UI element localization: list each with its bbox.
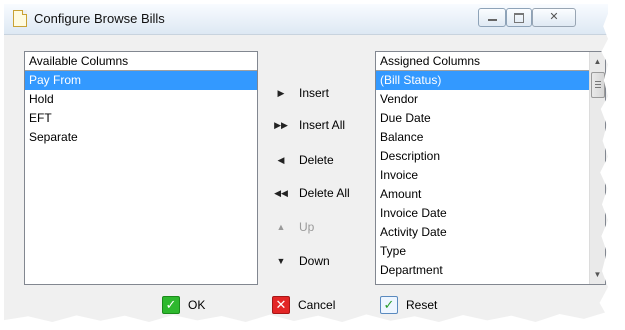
- scroll-down-icon[interactable]: ▼: [590, 267, 605, 282]
- arrow-down-icon: ▼: [276, 256, 286, 266]
- list-item[interactable]: Activity Date: [376, 223, 590, 242]
- maximize-icon: [514, 13, 524, 23]
- list-item[interactable]: Hold: [25, 90, 257, 109]
- list-item[interactable]: (Bill Status): [376, 71, 590, 90]
- ok-button[interactable]: ✓ OK: [162, 294, 222, 316]
- close-button[interactable]: ✕: [532, 8, 576, 27]
- list-item[interactable]: Pay From: [25, 71, 257, 90]
- reset-button[interactable]: ✓ Reset: [380, 294, 450, 316]
- insert-label: Insert: [299, 86, 330, 100]
- list-item[interactable]: EFT: [25, 109, 257, 128]
- up-button[interactable]: ▲ Up: [274, 216, 364, 238]
- cancel-button[interactable]: ✕ Cancel: [272, 294, 352, 316]
- scroll-thumb[interactable]: [591, 72, 605, 98]
- delete-button[interactable]: ◀ Delete: [274, 149, 364, 171]
- available-columns-list[interactable]: Available Columns Pay From Hold EFT Sepa…: [24, 51, 258, 285]
- list-item[interactable]: Separate: [25, 128, 257, 147]
- down-button[interactable]: ▼ Down: [274, 250, 364, 272]
- list-item[interactable]: Type: [376, 242, 590, 261]
- scroll-up-icon[interactable]: ▲: [590, 54, 605, 69]
- arrow-right-icon: ▶: [277, 88, 285, 98]
- list-item[interactable]: Vendor: [376, 90, 590, 109]
- reset-document-icon: ✓: [380, 296, 398, 314]
- arrow-up-icon: ▲: [276, 222, 286, 232]
- cancel-label: Cancel: [298, 298, 336, 312]
- ok-label: OK: [188, 298, 206, 312]
- checkmark-icon: ✓: [162, 296, 180, 314]
- down-label: Down: [299, 254, 330, 268]
- x-icon: ✕: [272, 296, 290, 314]
- list-item[interactable]: Invoice Date: [376, 204, 590, 223]
- list-item[interactable]: Amount: [376, 185, 590, 204]
- configure-dialog: Configure Browse Bills ✕ Available Colum…: [4, 4, 608, 322]
- available-columns-header: Available Columns: [25, 52, 257, 71]
- title-bar: Configure Browse Bills ✕: [4, 4, 608, 35]
- double-arrow-right-icon: ▶▶: [274, 120, 288, 130]
- up-label: Up: [299, 220, 315, 234]
- document-icon: [13, 10, 27, 27]
- delete-label: Delete: [299, 153, 334, 167]
- list-item[interactable]: Due Date: [376, 109, 590, 128]
- reset-label: Reset: [406, 298, 438, 312]
- delete-all-label: Delete All: [299, 186, 350, 200]
- window-title: Configure Browse Bills: [34, 11, 165, 26]
- minimize-button[interactable]: [478, 8, 506, 27]
- list-item[interactable]: Balance: [376, 128, 590, 147]
- maximize-button[interactable]: [506, 8, 532, 27]
- assigned-columns-list[interactable]: Assigned Columns (Bill Status) Vendor Du…: [375, 51, 606, 285]
- double-arrow-left-icon: ◀◀: [274, 188, 288, 198]
- minimize-icon: [487, 19, 497, 21]
- assigned-columns-header: Assigned Columns: [376, 52, 605, 71]
- insert-all-button[interactable]: ▶▶ Insert All: [274, 114, 364, 136]
- arrow-left-icon: ◀: [277, 155, 285, 165]
- list-item[interactable]: Invoice: [376, 166, 590, 185]
- assigned-scrollbar[interactable]: ▲ ▼: [589, 52, 605, 284]
- insert-button[interactable]: ▶ Insert: [274, 82, 364, 104]
- list-item[interactable]: Department: [376, 261, 590, 280]
- close-icon: ✕: [549, 11, 559, 23]
- delete-all-button[interactable]: ◀◀ Delete All: [274, 182, 364, 204]
- list-item[interactable]: Description: [376, 147, 590, 166]
- insert-all-label: Insert All: [299, 118, 346, 132]
